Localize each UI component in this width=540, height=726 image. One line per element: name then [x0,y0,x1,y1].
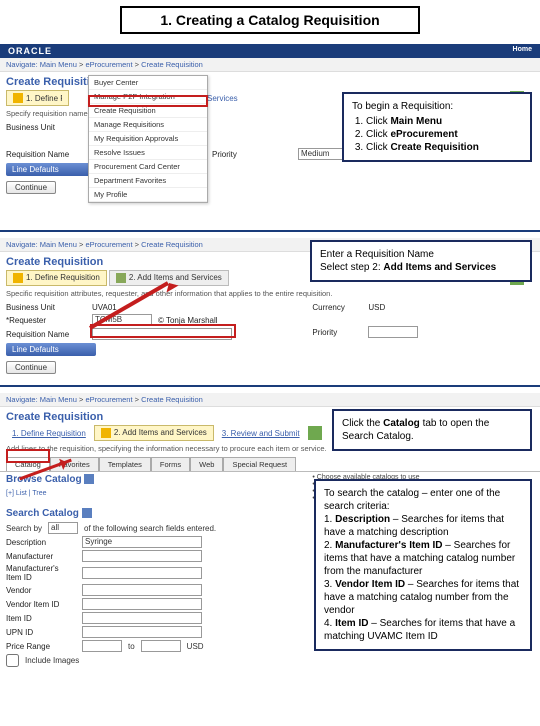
upn-id-input[interactable] [82,626,202,638]
menu-item[interactable]: Buyer Center [89,76,207,90]
price-to[interactable] [141,640,181,652]
menu-item[interactable]: Department Favorites [89,174,207,188]
menu-item[interactable]: My Profile [89,188,207,202]
search-icon [82,508,92,518]
lbl-requester: *Requester [6,316,86,325]
requester-name: © Tonja Marshall [158,316,218,325]
oracle-brand-bar: ORACLE Home [0,44,540,58]
lbl-reqname: Requisition Name [6,330,86,339]
lbl-priority: Priority [312,328,362,337]
vendor-input[interactable] [82,584,202,596]
continue-button[interactable]: Continue [6,181,56,194]
step3-icon [308,426,322,440]
line-defaults-bar[interactable]: Line Defaults [6,343,96,356]
search-by-row: Search by all of the following search fi… [0,521,302,535]
wizard-step-1-link[interactable]: 1. Define Requisition [6,427,92,440]
search-by-select[interactable]: all [48,522,78,534]
callout-1: To begin a Requisition: Click Main Menu … [342,92,532,162]
priority-select[interactable] [368,326,418,338]
wizard-step-2[interactable]: 2. Add Items and Services [109,270,229,286]
callout3b-item: 4. Item ID – Searches for items that hav… [324,617,522,643]
manufacturer-input[interactable] [82,550,202,562]
crumb-eproc[interactable]: eProcurement [85,60,132,69]
callout-2: Enter a Requisition Name Select step 2: … [310,240,532,282]
menu-item[interactable]: Procurement Card Center [89,160,207,174]
callout3b-item: 1. Description – Searches for items that… [324,513,522,539]
menu-item[interactable]: Resolve Issues [89,146,207,160]
callout2-l2: Select step 2: Add Items and Services [320,261,522,274]
mfr-item-input[interactable] [82,567,202,579]
menu-item[interactable]: Manage P2P Integration [89,90,207,104]
page-title: 1. Creating a Catalog Requisition [120,6,420,34]
divider-2 [0,385,540,387]
step1-icon [13,93,23,103]
callout-3b: To search the catalog – enter one of the… [314,479,532,651]
vendor-item-input[interactable] [82,598,202,610]
wizard-step-1[interactable]: 1. Define Requisition [6,90,69,106]
tab-special[interactable]: Special Request [223,457,296,471]
divider-1 [0,230,540,232]
browse-view-links[interactable]: [+] List | Tree [0,487,302,500]
browse-heading: Browse Catalog [0,472,302,487]
specify-subtext: Specific requisition attributes, request… [0,289,540,302]
callout2-l1: Enter a Requisition Name [320,248,522,261]
section-1: ORACLE Home Navigate: Main Menu > eProcu… [0,44,540,222]
breadcrumb: Navigate: Main Menu > eProcurement > Cre… [0,58,540,72]
step2-icon [116,273,126,283]
description-input[interactable]: Syringe [82,536,202,548]
lbl-priority: Priority [212,150,292,159]
val-bu: UVA01 [92,303,117,312]
lbl-currency: Currency [312,303,362,312]
callout1-intro: To begin a Requisition: [352,100,522,113]
crumb-create[interactable]: Create Requisition [141,60,203,69]
main-menu-popup: Buyer Center Manage P2P Integration Crea… [88,75,208,203]
callout3b-item: 3. Vendor Item ID – Searches for items t… [324,578,522,617]
lbl-bu: Business Unit [6,123,86,132]
continue-button[interactable]: Continue [6,361,56,374]
reqname-input[interactable] [92,328,232,340]
tab-row: Catalog Favorites Templates Forms Web Sp… [0,457,540,472]
tab-web[interactable]: Web [190,457,223,471]
wizard-step-3-link[interactable]: 3. Review and Submit [216,427,306,440]
item-id-input[interactable] [82,612,202,624]
crumb-main[interactable]: Main Menu [40,60,77,69]
callout-3a: Click the Catalog tab to open the Search… [332,409,532,451]
menu-item[interactable]: Manage Requisitions [89,118,207,132]
section-2: Navigate: Main Menu > eProcurement > Cre… [0,238,540,377]
step1-icon [13,273,23,283]
line-defaults-bar[interactable]: Line Defaults [6,163,96,176]
home-link[interactable]: Home [513,46,532,53]
heading-create-requisition: Create Requisition [0,72,540,90]
callout3b-intro: To search the catalog – enter one of the… [324,487,522,513]
tab-templates[interactable]: Templates [99,457,151,471]
wizard-step-2[interactable]: 2. Add Items and Services [94,425,214,441]
include-images-checkbox[interactable] [6,654,19,667]
wizard-step-1[interactable]: 1. Define Requisition [6,270,107,286]
breadcrumb: Navigate: Main Menu > eProcurement > Cre… [0,393,540,407]
oracle-logo: ORACLE [8,46,52,56]
search-heading: Search Catalog [0,506,302,521]
price-from[interactable] [82,640,122,652]
section-3: Navigate: Main Menu > eProcurement > Cre… [0,393,540,668]
browse-icon [84,474,94,484]
menu-item-create-req[interactable]: Create Requisition [89,104,207,118]
menu-item[interactable]: My Requisition Approvals [89,132,207,146]
tab-forms[interactable]: Forms [151,457,190,471]
callout3b-item: 2. Manufacturer's Item ID – Searches for… [324,539,522,578]
step2-icon [101,428,111,438]
requester-input[interactable]: TCM5B [92,314,152,326]
lbl-reqname: Requisition Name [6,150,86,159]
lbl-bu: Business Unit [6,303,86,312]
